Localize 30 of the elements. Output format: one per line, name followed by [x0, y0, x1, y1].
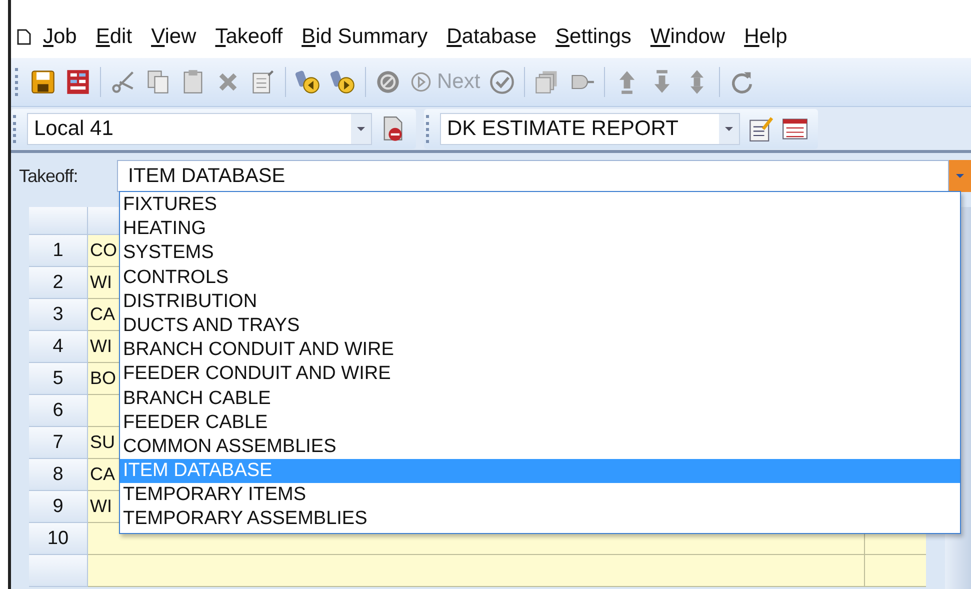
menu-item[interactable]: Settings: [556, 25, 632, 49]
menu-item[interactable]: Job: [43, 25, 77, 49]
menu-item[interactable]: Takeoff: [215, 25, 283, 49]
menu-item[interactable]: Database: [446, 25, 536, 49]
dropdown-option[interactable]: CONTROLS: [120, 266, 960, 290]
menu-item[interactable]: Edit: [96, 25, 132, 49]
dropdown-option[interactable]: DISTRIBUTION: [120, 290, 960, 314]
takeoff-label: Takeoff:: [19, 166, 79, 186]
report-combo[interactable]: DK ESTIMATE REPORT: [440, 113, 740, 145]
dropdown-option[interactable]: COMMON ASSEMBLIES: [120, 434, 960, 460]
dropdown-option[interactable]: SYSTEMS: [120, 241, 960, 266]
menu-item[interactable]: Bid Summary: [302, 25, 428, 49]
row-number: 7: [29, 427, 88, 459]
row-number: 10: [29, 523, 88, 555]
dropdown-option[interactable]: FEEDER CABLE: [120, 410, 960, 435]
menu-item[interactable]: Help: [744, 25, 788, 49]
menu-item[interactable]: View: [151, 25, 196, 49]
row-number: 2: [29, 267, 88, 299]
row-number: 8: [29, 459, 88, 491]
job-combo[interactable]: Local 41: [27, 113, 372, 145]
row-number: 9: [29, 491, 88, 523]
row-number: 3: [29, 299, 88, 331]
dropdown-option[interactable]: HEATING: [120, 217, 960, 242]
takeoff-combo[interactable]: ITEM DATABASE: [117, 160, 949, 192]
row-number: 6: [29, 395, 88, 427]
row-number: 5: [29, 363, 88, 395]
dropdown-option[interactable]: FIXTURES: [120, 193, 960, 218]
menu-item[interactable]: Window: [650, 25, 726, 49]
row-number: 1: [29, 235, 88, 267]
row-number: 4: [29, 331, 88, 363]
